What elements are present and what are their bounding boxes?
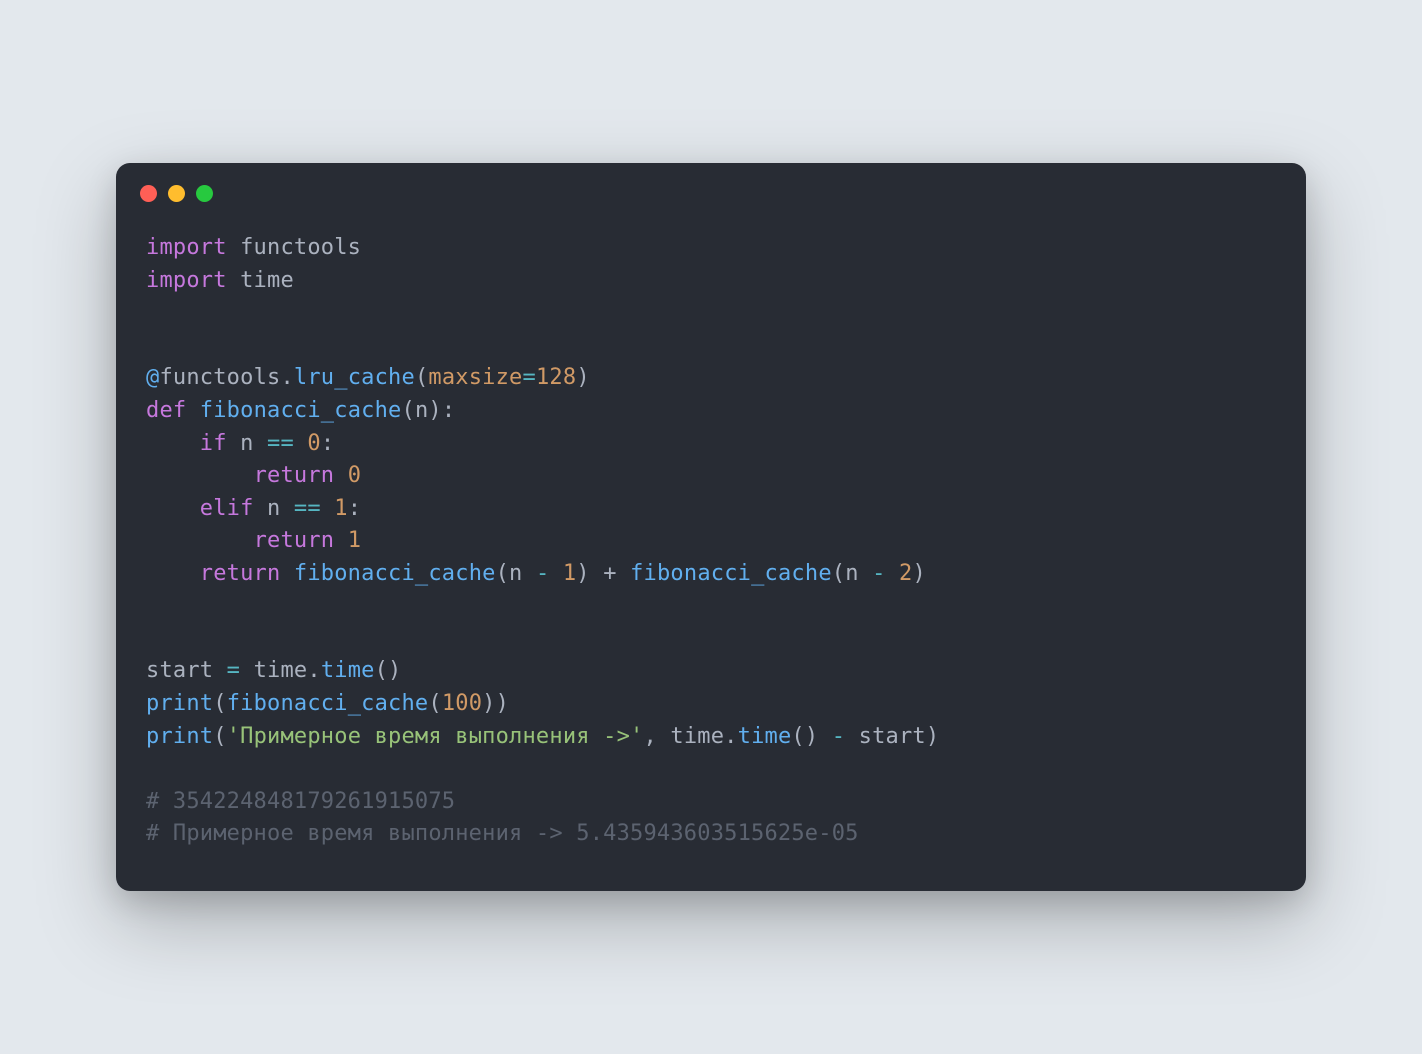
- line-2: import time: [146, 268, 294, 293]
- line-17: # 354224848179261915075: [146, 789, 455, 814]
- line-4: @functools.lru_cache(maxsize=128): [146, 365, 590, 390]
- code-block: import functools import time @functools.…: [116, 202, 1306, 890]
- line-6: if n == 0:: [146, 431, 334, 456]
- minimize-icon[interactable]: [168, 185, 185, 202]
- line-18: # Примерное время выполнения -> 5.435943…: [146, 821, 859, 846]
- close-icon[interactable]: [140, 185, 157, 202]
- line-1: import functools: [146, 235, 361, 260]
- line-10: return fibonacci_cache(n - 1) + fibonacc…: [146, 561, 926, 586]
- line-14: print(fibonacci_cache(100)): [146, 691, 509, 716]
- titlebar: [116, 163, 1306, 202]
- zoom-icon[interactable]: [196, 185, 213, 202]
- line-5: def fibonacci_cache(n):: [146, 398, 455, 423]
- line-15: print('Примерное время выполнения ->', t…: [146, 724, 939, 749]
- line-9: return 1: [146, 528, 361, 553]
- line-7: return 0: [146, 463, 361, 488]
- line-13: start = time.time(): [146, 658, 401, 683]
- line-8: elif n == 1:: [146, 496, 361, 521]
- code-window: import functools import time @functools.…: [116, 163, 1306, 890]
